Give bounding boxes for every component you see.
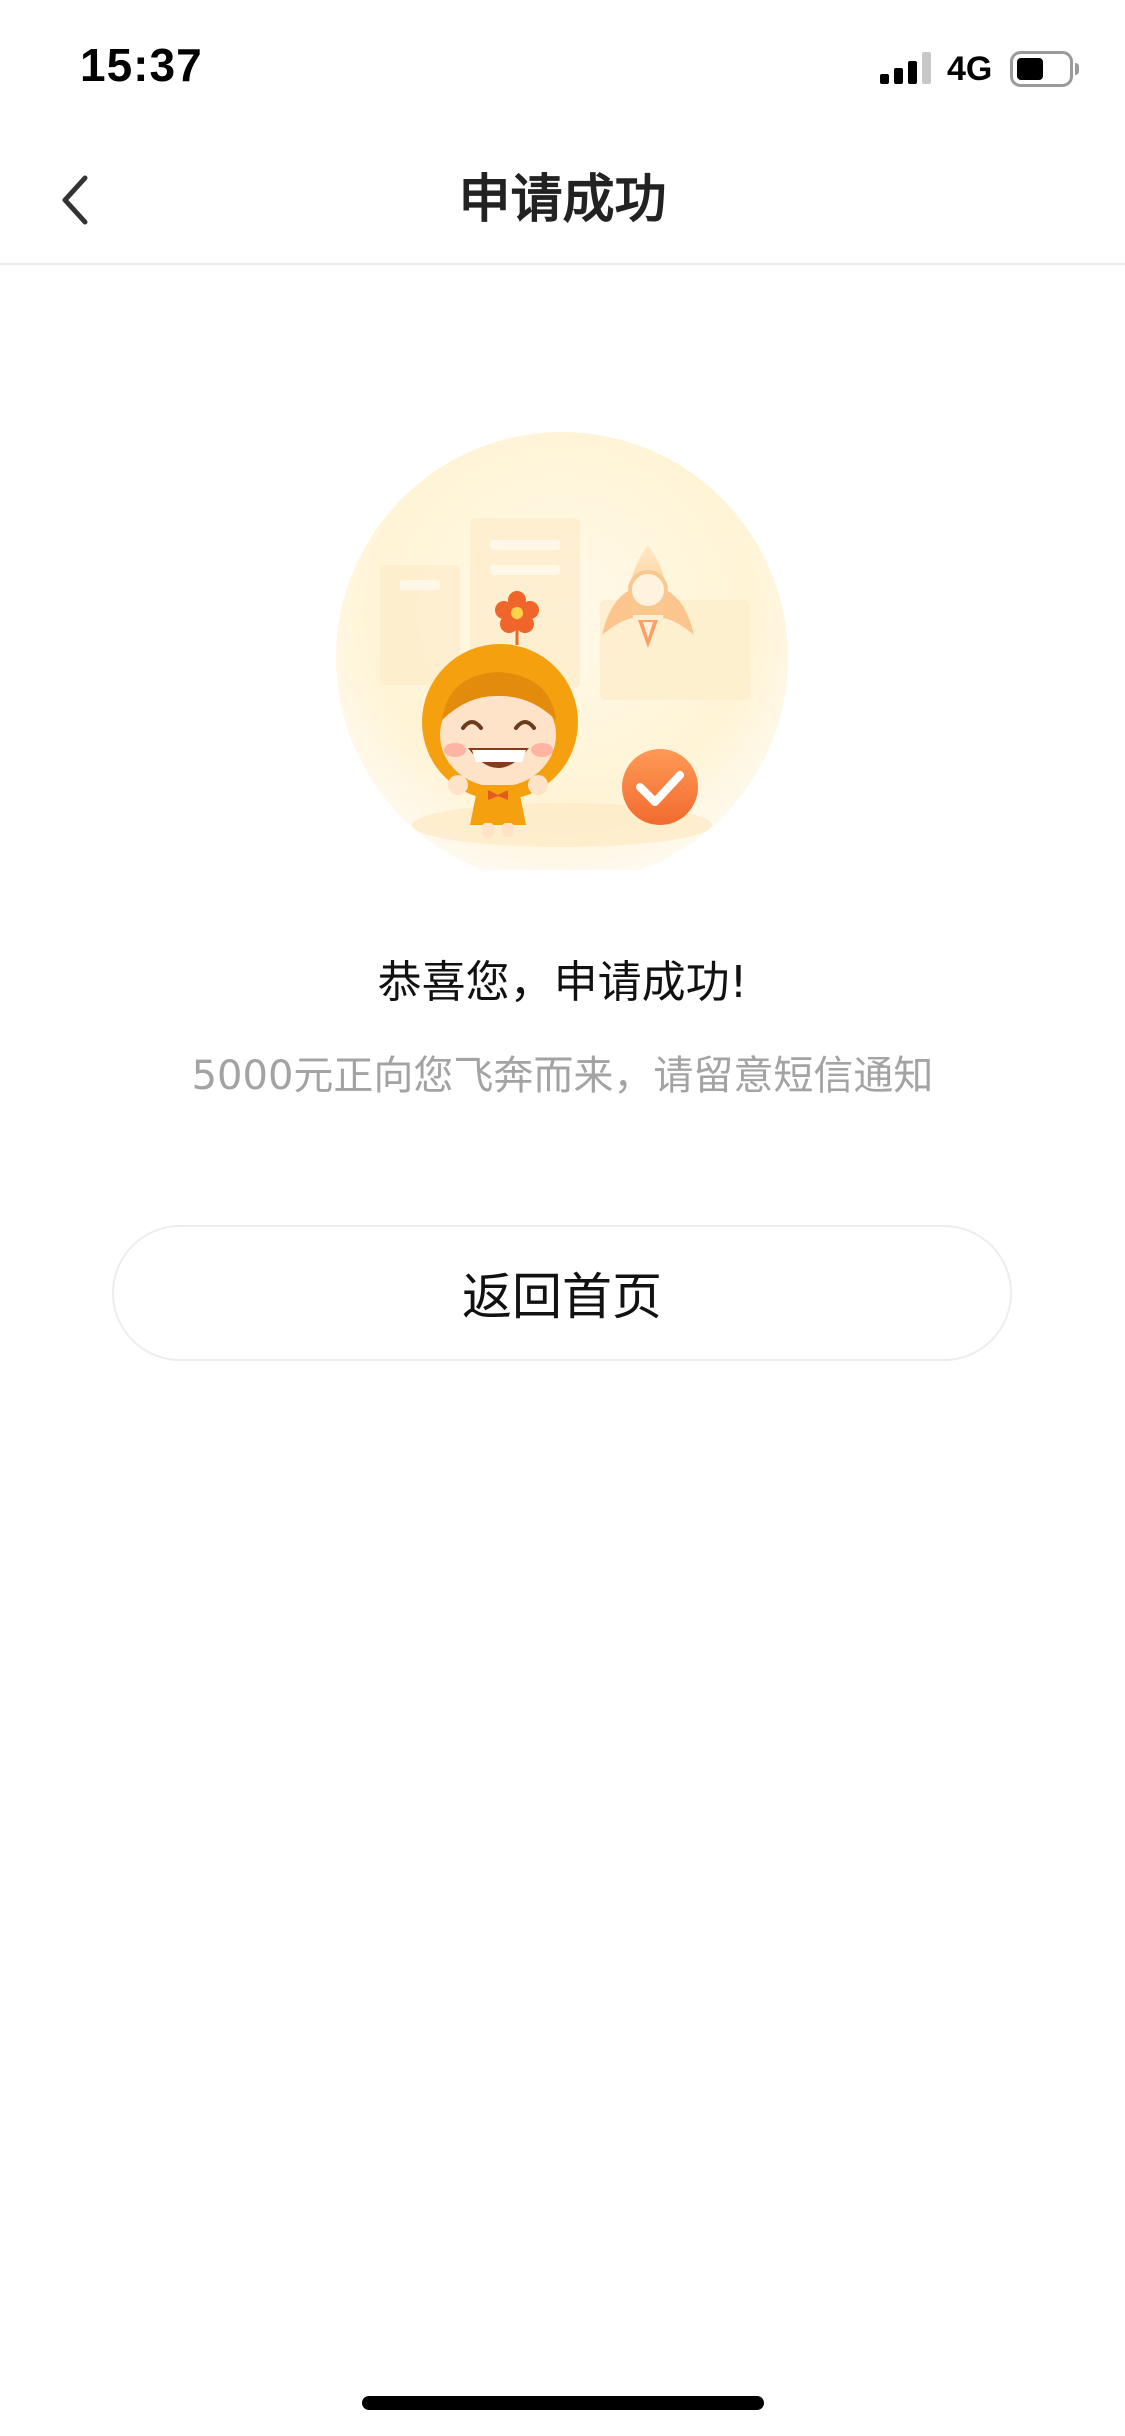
network-label: 4G	[947, 50, 993, 88]
success-subtitle: 5000元正向您飞奔而来，请留意短信通知	[191, 1053, 934, 1099]
page-title: 申请成功	[458, 170, 667, 230]
return-home-button[interactable]: 返回首页	[112, 1225, 1012, 1361]
status-bar: 15:37 4G	[0, 0, 1125, 135]
check-icon	[622, 749, 698, 825]
battery-icon	[1010, 51, 1079, 87]
home-indicator[interactable]	[362, 2396, 764, 2410]
status-time: 15:37	[80, 39, 203, 91]
success-title: 恭喜您，申请成功!	[377, 957, 748, 1008]
success-illustration	[336, 432, 788, 870]
signal-icon	[880, 52, 931, 84]
nav-bar: 申请成功	[0, 135, 1125, 265]
